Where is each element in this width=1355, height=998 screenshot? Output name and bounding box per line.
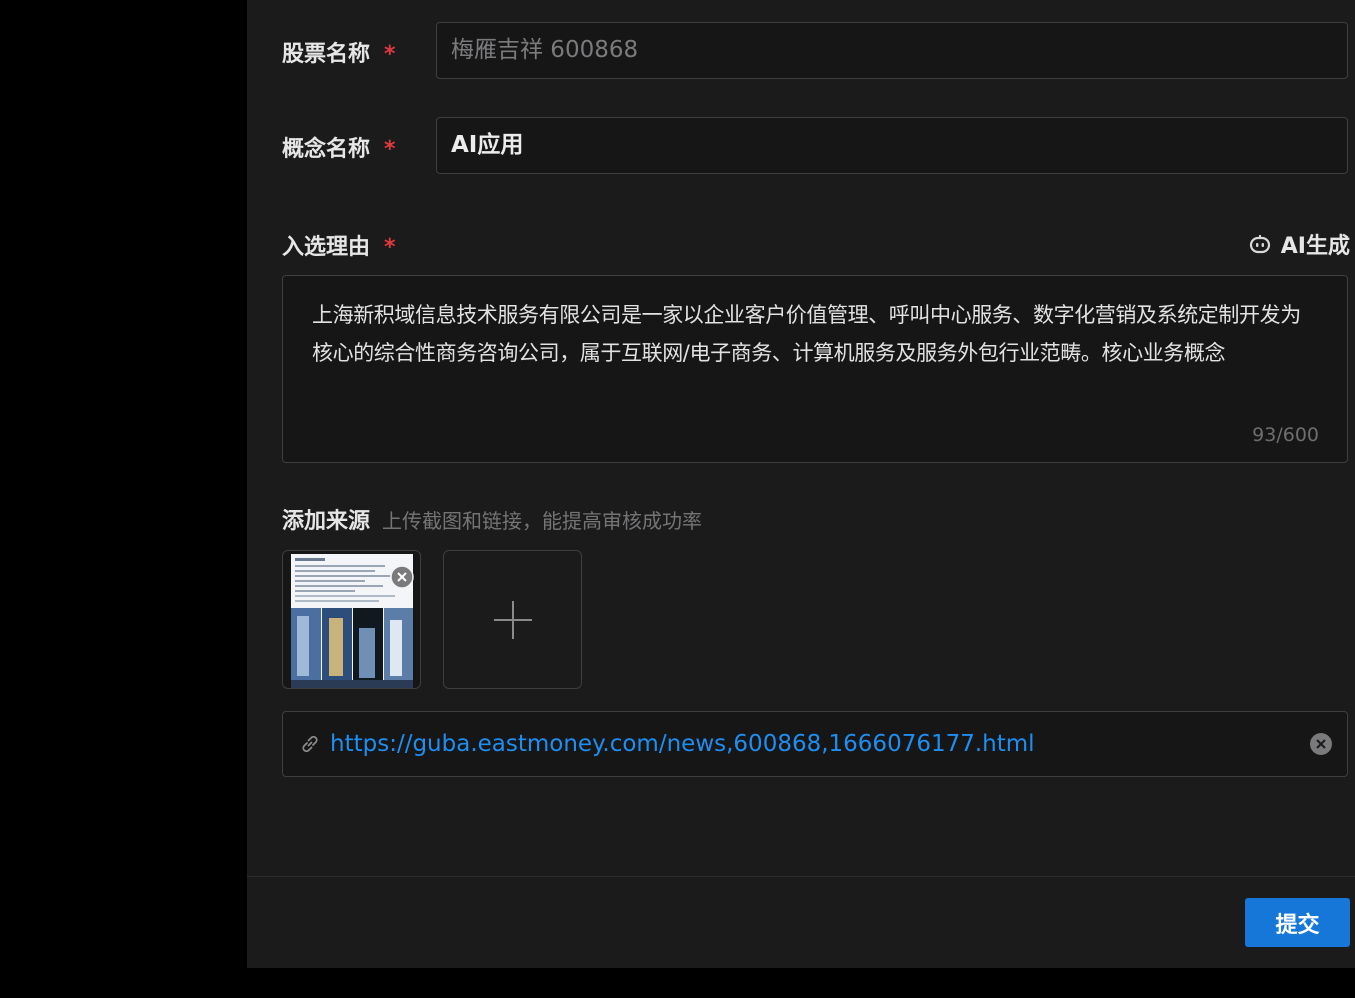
reason-textarea[interactable]: 上海新积域信息技术服务有限公司是一家以企业客户价值管理、呼叫中心服务、数字化营销… (282, 275, 1348, 463)
plus-icon (493, 600, 532, 639)
required-mark: * (384, 137, 396, 162)
source-header: 添加来源 上传截图和链接，能提高审核成功率 (282, 503, 702, 535)
required-mark: * (384, 235, 396, 260)
source-link-field[interactable]: https://guba.eastmoney.com/news,600868,1… (282, 711, 1348, 777)
link-icon (302, 735, 318, 753)
uploaded-screenshot-thumbnail[interactable] (282, 550, 421, 689)
source-title: 添加来源 (282, 509, 371, 534)
character-counter: 93/600 (1252, 424, 1319, 446)
reason-text: 上海新积域信息技术服务有限公司是一家以企业客户价值管理、呼叫中心服务、数字化营销… (312, 303, 1301, 365)
concept-name-field[interactable]: AI应用 (436, 117, 1348, 174)
stock-name-field: 梅雁吉祥 600868 (436, 22, 1348, 79)
submit-button[interactable]: 提交 (1245, 898, 1350, 947)
remove-screenshot-icon[interactable] (390, 565, 414, 589)
reason-label: 入选理由 * (282, 229, 396, 261)
footer-divider (247, 876, 1355, 877)
concept-name-label: 概念名称 * (282, 131, 396, 163)
stock-name-label-text: 股票名称 (282, 42, 371, 67)
form-panel: 股票名称 * 梅雁吉祥 600868 概念名称 * AI应用 入选理由 * AI生成 … (247, 0, 1355, 968)
clear-link-icon[interactable] (1309, 732, 1333, 756)
source-hint: 上传截图和链接，能提高审核成功率 (382, 509, 703, 533)
stock-name-label: 股票名称 * (282, 36, 396, 68)
source-link-url[interactable]: https://guba.eastmoney.com/news,600868,1… (330, 712, 1035, 776)
required-mark: * (384, 42, 396, 67)
add-screenshot-button[interactable] (443, 550, 582, 689)
ai-generate-button[interactable]: AI生成 (1249, 229, 1350, 259)
ai-generate-label: AI生成 (1280, 234, 1350, 259)
reason-label-text: 入选理由 (282, 235, 371, 260)
robot-icon (1249, 235, 1270, 254)
concept-name-label-text: 概念名称 (282, 137, 371, 162)
